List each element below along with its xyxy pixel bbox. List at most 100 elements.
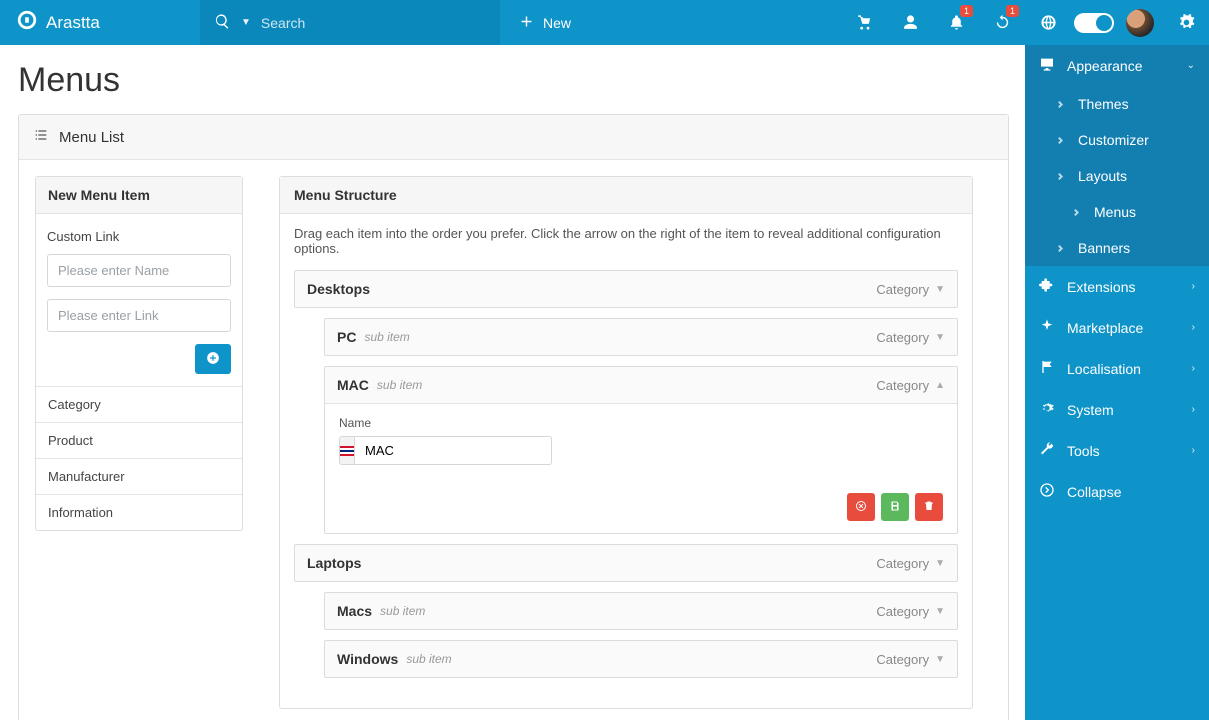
link-icon	[1072, 208, 1079, 215]
new-menu-item-panel: New Menu Item Custom Link Category Produ…	[35, 176, 243, 531]
chevron-down-icon[interactable]: ▼	[935, 558, 945, 569]
content-area: Menus Menu List New Menu Item Custom Lin…	[0, 45, 1025, 720]
cancel-icon	[855, 500, 867, 515]
link-icon	[1056, 136, 1063, 143]
sidebar-item-label: Extensions	[1067, 279, 1135, 295]
sidebar-tools[interactable]: Tools ›	[1025, 430, 1209, 471]
flag-icon	[1039, 359, 1055, 378]
brand[interactable]: Arastta	[0, 0, 200, 45]
chevron-down-icon[interactable]: ▼	[935, 284, 945, 295]
sidebar-appearance[interactable]: Appearance ⌄	[1025, 45, 1209, 86]
category-item[interactable]: Category	[36, 386, 242, 422]
sidebar-system[interactable]: System ›	[1025, 389, 1209, 430]
chevron-right-icon: ›	[1192, 445, 1195, 456]
search-icon	[214, 13, 231, 33]
sidebar-localisation[interactable]: Localisation ›	[1025, 348, 1209, 389]
sidebar-layouts[interactable]: Layouts	[1061, 158, 1209, 194]
chevron-right-icon: ›	[1192, 363, 1195, 374]
sidebar-item-label: Localisation	[1067, 361, 1141, 377]
menu-item-type: Category	[876, 330, 929, 345]
menu-item-type: Category	[876, 652, 929, 667]
save-icon	[889, 500, 901, 515]
delete-button[interactable]	[915, 493, 943, 521]
chevron-down-icon[interactable]: ▼	[935, 606, 945, 617]
toggle-switch[interactable]	[1071, 0, 1117, 45]
wrench-icon	[1039, 441, 1055, 460]
menu-item-title: Laptops	[307, 555, 361, 571]
menu-item-title: MAC	[337, 377, 369, 393]
sync-icon[interactable]: 1	[979, 0, 1025, 45]
cart-icon[interactable]	[841, 0, 887, 45]
chevron-down-icon[interactable]: ▼	[935, 332, 945, 343]
sidebar-banners[interactable]: Banners	[1061, 230, 1209, 266]
search-input[interactable]	[261, 15, 486, 31]
manufacturer-item[interactable]: Manufacturer	[36, 458, 242, 494]
item-name-input[interactable]	[354, 436, 552, 465]
sidebar-item-label: Menus	[1094, 204, 1136, 220]
sidebar-collapse[interactable]: Collapse	[1025, 471, 1209, 512]
notification-badge: 1	[960, 5, 973, 17]
subitem-label: sub item	[380, 604, 425, 618]
sidebar-extensions[interactable]: Extensions ›	[1025, 266, 1209, 307]
menu-item-laptops[interactable]: Laptops Category ▼	[294, 544, 958, 582]
user-icon[interactable]	[887, 0, 933, 45]
panel-title: Menu List	[59, 129, 124, 146]
sidebar-customizer[interactable]: Customizer	[1061, 122, 1209, 158]
menu-item-desktops[interactable]: Desktops Category ▼	[294, 270, 958, 308]
avatar[interactable]	[1117, 0, 1163, 45]
link-icon	[1056, 172, 1063, 179]
product-item[interactable]: Product	[36, 422, 242, 458]
menu-item-pc[interactable]: PC sub item Category ▼	[324, 318, 958, 356]
search-box[interactable]: ▼	[200, 0, 500, 45]
menu-structure-heading: Menu Structure	[280, 177, 972, 214]
gear-icon[interactable]	[1163, 0, 1209, 45]
custom-link-label: Custom Link	[47, 222, 231, 254]
link-icon	[1056, 100, 1063, 107]
sidebar-item-label: Banners	[1078, 240, 1130, 256]
menu-item-mac[interactable]: MAC sub item Category ▲ Name	[324, 366, 958, 534]
menu-item-expand-panel: Name	[325, 403, 957, 533]
chevron-right-icon: ›	[1192, 322, 1195, 333]
new-button[interactable]: New	[500, 0, 589, 45]
link-input[interactable]	[47, 299, 231, 332]
sidebar-themes[interactable]: Themes	[1061, 86, 1209, 122]
menu-item-title: Windows	[337, 651, 398, 667]
menu-item-title: Desktops	[307, 281, 370, 297]
trash-icon	[923, 500, 935, 515]
chevron-down-icon: ⌄	[1187, 60, 1195, 71]
sidebar-menus[interactable]: Menus	[1061, 194, 1209, 230]
sidebar-item-label: Marketplace	[1067, 320, 1143, 336]
plus-icon	[518, 13, 535, 33]
brand-logo-icon	[16, 9, 38, 36]
name-input[interactable]	[47, 254, 231, 287]
bell-icon[interactable]: 1	[933, 0, 979, 45]
globe-icon[interactable]	[1025, 0, 1071, 45]
menu-item-title: PC	[337, 329, 356, 345]
menu-item-macs[interactable]: Macs sub item Category ▼	[324, 592, 958, 630]
language-flag[interactable]	[339, 436, 354, 465]
sidebar-item-label: Appearance	[1067, 58, 1143, 74]
sync-badge: 1	[1006, 5, 1019, 17]
save-button[interactable]	[881, 493, 909, 521]
new-menu-item-heading: New Menu Item	[36, 177, 242, 214]
plus-circle-icon	[206, 351, 220, 368]
sidebar-marketplace[interactable]: Marketplace ›	[1025, 307, 1209, 348]
name-field-label: Name	[339, 416, 943, 430]
menu-item-title: Macs	[337, 603, 372, 619]
panel-header: Menu List	[19, 115, 1008, 160]
monitor-icon	[1039, 56, 1055, 75]
menu-item-type: Category	[876, 556, 929, 571]
topbar: Arastta ▼ New 1 1	[0, 0, 1209, 45]
add-button[interactable]	[195, 344, 231, 374]
sidebar-item-label: Customizer	[1078, 132, 1149, 148]
compass-icon	[1039, 318, 1055, 337]
information-item[interactable]: Information	[36, 494, 242, 530]
flag-uk-icon	[340, 446, 354, 456]
cancel-button[interactable]	[847, 493, 875, 521]
chevron-up-icon[interactable]: ▲	[935, 380, 945, 391]
menu-item-windows[interactable]: Windows sub item Category ▼	[324, 640, 958, 678]
gear-icon	[1039, 400, 1055, 419]
chevron-down-icon[interactable]: ▼	[241, 17, 251, 28]
chevron-down-icon[interactable]: ▼	[935, 654, 945, 665]
sidebar-item-label: Themes	[1078, 96, 1129, 112]
